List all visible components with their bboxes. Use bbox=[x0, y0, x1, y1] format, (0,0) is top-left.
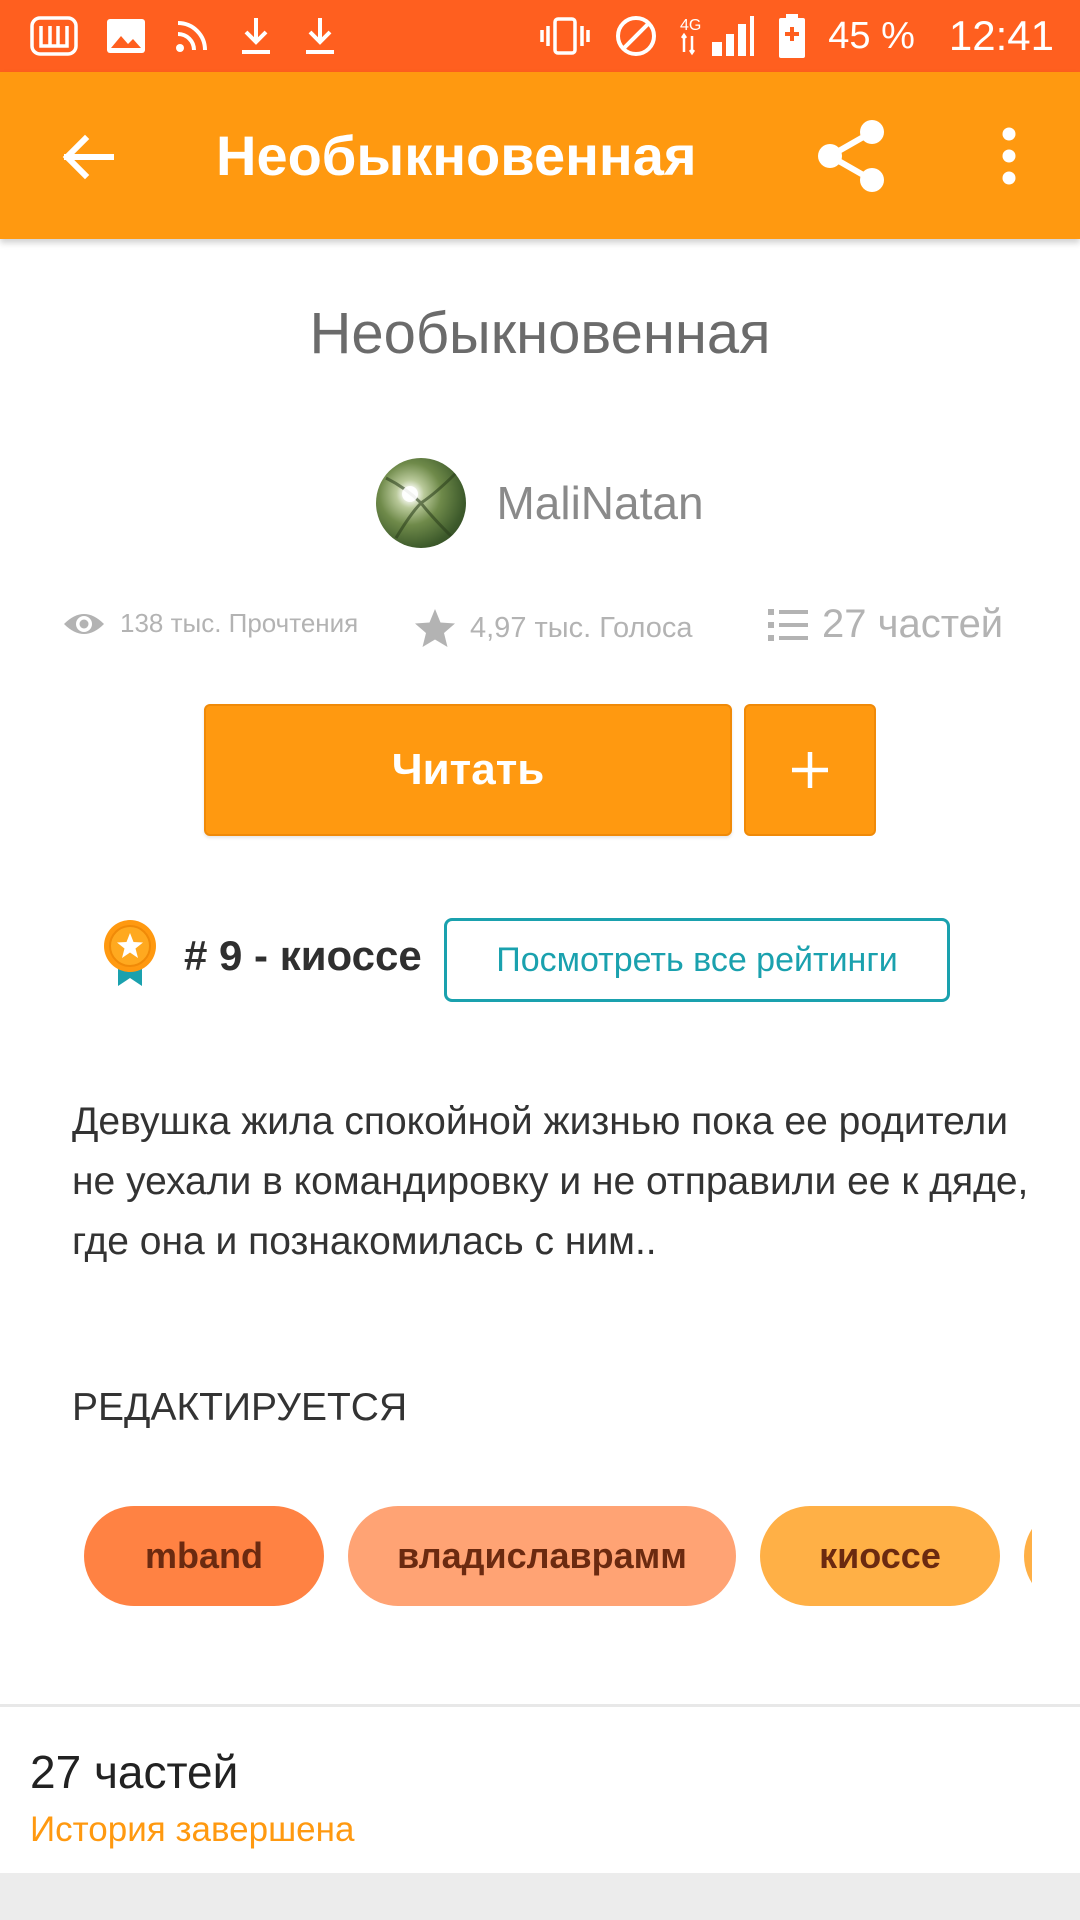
rss-icon bbox=[174, 18, 210, 54]
story-description: Девушка жила спокойной жизнью пока ее ро… bbox=[72, 1100, 1029, 1263]
app-bar-title: Необыкновенная bbox=[216, 124, 697, 187]
medal-icon bbox=[104, 920, 156, 986]
svg-text:4G: 4G bbox=[680, 17, 701, 34]
share-icon bbox=[818, 120, 884, 192]
vibrate-icon bbox=[538, 16, 592, 56]
story-title: Необыкновенная bbox=[309, 301, 771, 366]
download-icon bbox=[302, 16, 338, 56]
reads-count: 138 тыс. Прочтения bbox=[120, 608, 359, 638]
star-icon bbox=[415, 609, 455, 647]
image-icon bbox=[106, 18, 146, 54]
view-all-ratings-button[interactable]: Посмотреть все рейтинги bbox=[444, 918, 950, 1002]
tag-chip[interactable]: владиславрамм bbox=[348, 1506, 736, 1606]
no-disturb-icon bbox=[614, 14, 658, 58]
add-to-library-button[interactable] bbox=[744, 704, 876, 836]
reads-stat: 138 тыс. Прочтения bbox=[62, 608, 358, 639]
more-vert-icon bbox=[1002, 127, 1016, 185]
parts-count: 27 частей bbox=[822, 602, 1004, 646]
tags-row: mband владиславрамм киоссе bbox=[84, 1506, 1032, 1606]
list-icon bbox=[768, 608, 808, 641]
parts-stat: 27 частей bbox=[768, 602, 1003, 647]
eye-icon bbox=[64, 613, 104, 634]
parts-section[interactable]: 27 частей История завершена bbox=[0, 1707, 1080, 1873]
rank-label: # 9 - киоссе bbox=[184, 932, 422, 979]
tag-chip-partial[interactable] bbox=[1024, 1506, 1032, 1606]
tag-chip[interactable]: mband bbox=[84, 1506, 324, 1606]
signal-icon: 4G bbox=[680, 14, 756, 58]
story-status: История завершена bbox=[30, 1810, 355, 1849]
status-bar: 4G 45 % 12:41 bbox=[0, 0, 1080, 72]
avatar[interactable] bbox=[376, 458, 467, 548]
clock: 12:41 bbox=[948, 12, 1054, 59]
back-button[interactable] bbox=[52, 122, 122, 192]
battery-percent: 45 % bbox=[828, 14, 915, 57]
wattpad-icon bbox=[30, 16, 78, 56]
notification-icons bbox=[0, 16, 338, 56]
tag-chip[interactable]: киоссе bbox=[760, 1506, 1000, 1606]
parts-title: 27 частей bbox=[30, 1746, 239, 1798]
author-row[interactable]: MaliNatan bbox=[0, 458, 1080, 548]
bottom-band bbox=[0, 1873, 1080, 1920]
rank-row: # 9 - киоссе Посмотреть все рейтинги bbox=[100, 918, 1000, 1002]
votes-stat: 4,97 тыс. Голоса bbox=[414, 608, 693, 648]
editing-note: РЕДАКТИРУЕТСЯ bbox=[72, 1386, 408, 1429]
more-options-button[interactable] bbox=[984, 116, 1034, 196]
read-button[interactable]: Читать bbox=[204, 704, 732, 836]
plus-icon bbox=[792, 752, 828, 788]
arrow-left-icon bbox=[62, 134, 114, 180]
votes-count: 4,97 тыс. Голоса bbox=[470, 611, 693, 644]
system-icons: 4G 45 % 12:41 bbox=[538, 12, 1080, 60]
stats-row: 138 тыс. Прочтения 4,97 тыс. Голоса 27 ч… bbox=[0, 600, 1080, 660]
app-bar: Необыкновенная bbox=[0, 72, 1080, 239]
battery-icon bbox=[778, 13, 806, 59]
author-name[interactable]: MaliNatan bbox=[496, 476, 703, 530]
share-button[interactable] bbox=[812, 116, 892, 196]
download-icon bbox=[238, 16, 274, 56]
